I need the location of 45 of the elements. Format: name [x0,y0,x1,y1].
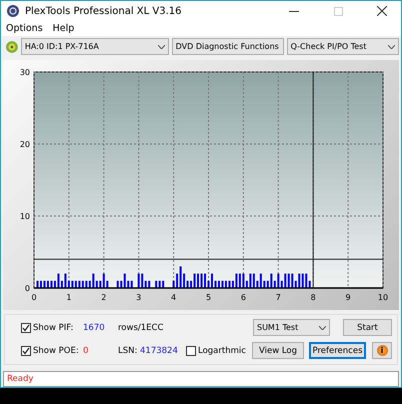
caret-icon [158,44,165,49]
x-tick-label: 1 [66,292,72,302]
lsn-value: 4173824 [140,346,179,356]
preferences-button[interactable]: Preferences [309,342,366,360]
x-tick-label: 9 [346,292,351,302]
function-dropdown[interactable]: DVD Diagnostic Functions [172,38,284,56]
checkbox[interactable] [186,346,196,356]
caret-icon [319,326,326,330]
poe-value: 0 [83,346,90,356]
pif-value: 1670 [83,322,106,333]
disc-icon [6,40,18,53]
x-tick-label: 3 [136,292,142,302]
x-tick-label: 2 [101,292,106,302]
x-tick-label: 7 [276,292,281,302]
view-log-button[interactable]: View Log [252,342,304,360]
x-tick-label: 0 [31,292,37,302]
test-dropdown[interactable]: Q-Check PI/PO Test [286,38,399,56]
close-icon[interactable] [377,6,387,16]
window-title: PlexTools Professional XL V3.16 [25,6,182,16]
start-button[interactable]: Start [343,319,392,336]
menu-item[interactable]: Options [6,22,43,34]
checkbox[interactable] [21,346,31,356]
x-tick-label: 5 [206,292,212,302]
x-tick-label: 8 [310,292,316,302]
unit-label: rows/1ECC [118,322,164,333]
show-poe-label: Show POE: [33,346,80,356]
lsn-label: LSN: [118,346,138,356]
logarithmic-label: Logarthmic [198,346,247,356]
y-tick-label: 30 [20,68,30,77]
app-logo-icon [7,5,19,17]
x-tick-label: 10 [378,292,388,302]
x-tick-label: 4 [171,292,176,302]
y-tick-label: 10 [20,212,30,221]
y-tick-label: 20 [20,140,30,149]
status-bar: Ready [3,371,399,387]
minimize-icon[interactable] [289,10,299,12]
y-tick-label: 0 [24,284,30,293]
x-tick-label: 6 [240,292,246,302]
caret-icon [388,44,395,49]
checkbox[interactable] [21,322,31,333]
drive-dropdown[interactable]: HA:0 ID:1 PX-716A [20,38,169,56]
menu-item[interactable]: Help [52,22,74,34]
info-button[interactable]: i [372,342,392,360]
show-pif-label: Show PIF: [33,322,74,333]
test-type-dropdown[interactable]: SUM1 Test [253,319,330,336]
